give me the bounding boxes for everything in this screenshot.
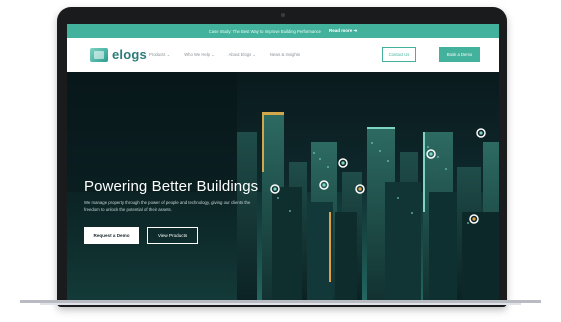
contact-us-button[interactable]: Contact Us: [382, 47, 416, 62]
logo-text: elogs: [112, 47, 147, 62]
view-products-button[interactable]: View Products: [147, 227, 198, 244]
webcam: [281, 13, 285, 17]
elogs-logo[interactable]: elogs: [90, 47, 147, 62]
hero-title: Powering Better Buildings: [84, 178, 259, 195]
announcement-bar: Case Study: The Best Way to Improve Buil…: [67, 24, 499, 38]
request-demo-button[interactable]: Request a Demo: [84, 227, 139, 244]
hero-subtitle: We manage property through the power of …: [84, 200, 251, 212]
top-navigation: elogs Products ⌄ Who We Help ⌄ About Elo…: [67, 38, 499, 72]
menu-item-about[interactable]: About Elogs ⌄: [229, 52, 256, 57]
laptop-screen: Case Study: The Best Way to Improve Buil…: [67, 24, 499, 300]
announcement-read-more-link[interactable]: Read more ➜: [329, 28, 357, 34]
hero-section: Powering Better Buildings We manage prop…: [67, 72, 499, 300]
announcement-text: Case Study: The Best Way to Improve Buil…: [208, 28, 321, 34]
book-demo-button[interactable]: Book a Demo: [439, 47, 480, 62]
menu-item-who-we-help[interactable]: Who We Help ⌄: [184, 52, 214, 57]
laptop-base-shadow: [40, 303, 521, 305]
menu-item-products[interactable]: Products ⌄: [149, 52, 170, 57]
menu-item-news[interactable]: News & Insights: [270, 52, 300, 57]
logo-mark-icon: [90, 47, 108, 62]
main-menu: Products ⌄ Who We Help ⌄ About Elogs ⌄ N…: [149, 52, 300, 57]
